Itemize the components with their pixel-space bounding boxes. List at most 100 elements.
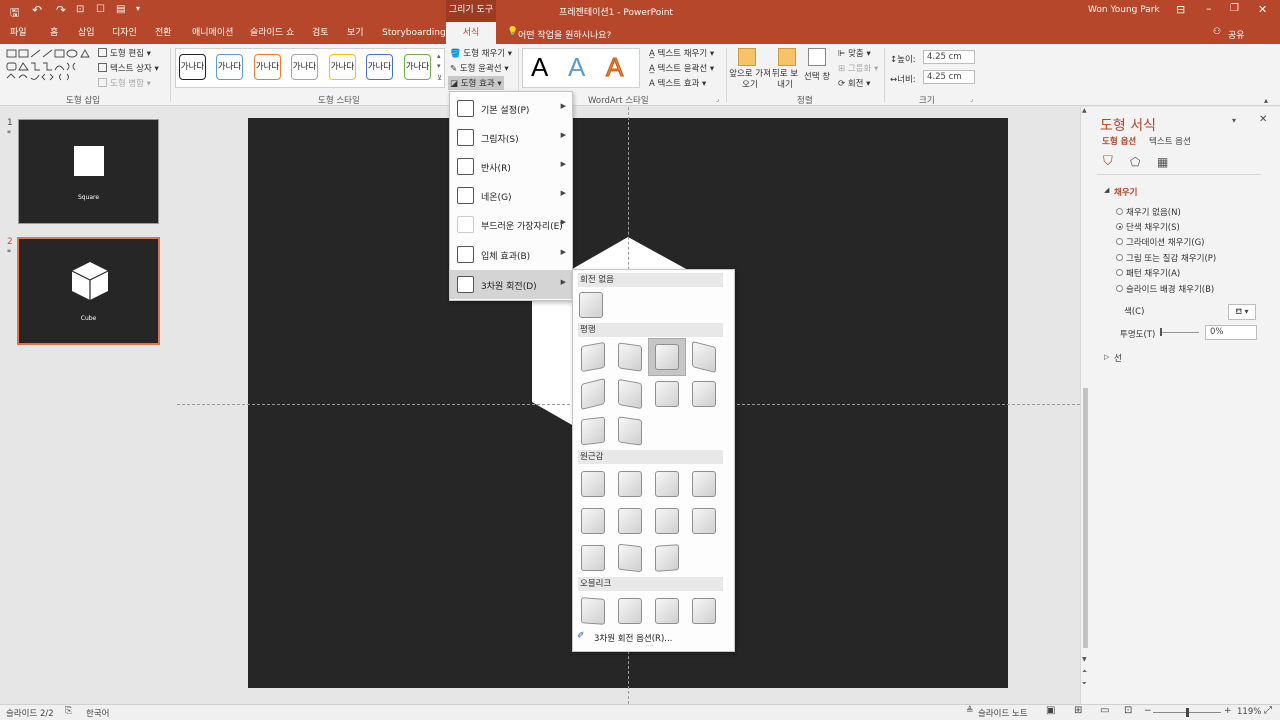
send-backward-button[interactable]: 뒤로 보내기 bbox=[770, 69, 800, 91]
tab-design[interactable]: 디자인 bbox=[112, 22, 137, 44]
transparency-input[interactable]: 0% bbox=[1205, 325, 1257, 340]
rotation-preset-10[interactable] bbox=[618, 416, 642, 446]
wordart-dialog-launcher-icon[interactable]: ⌟ bbox=[716, 95, 719, 103]
fill-option-solid[interactable]: 단색 채우기(S) bbox=[1126, 221, 1180, 233]
slide-thumbnail-2[interactable]: Cube bbox=[17, 237, 160, 345]
fill-radio-slide-bg[interactable] bbox=[1116, 285, 1123, 292]
wordart-style-3[interactable]: A bbox=[605, 52, 623, 83]
layout-icon[interactable]: ▤ bbox=[116, 4, 125, 15]
rotation-preset-4[interactable] bbox=[692, 341, 716, 373]
effects-icon[interactable]: ⬠ bbox=[1130, 155, 1140, 169]
shape-style-1[interactable]: 가나다 bbox=[179, 54, 206, 80]
previous-slide-icon[interactable]: ⏶ bbox=[1082, 668, 1087, 676]
rotation-preset-23[interactable] bbox=[618, 598, 642, 624]
rotation-preset-1[interactable] bbox=[581, 341, 605, 373]
rotation-preset-8[interactable] bbox=[692, 381, 716, 407]
shape-outline-button[interactable]: ✎ 도형 윤곽선 ▾ bbox=[450, 62, 509, 74]
tell-me-box[interactable]: 어떤 작업을 원하시나요? bbox=[518, 28, 611, 41]
fill-radio-solid[interactable] bbox=[1116, 223, 1123, 230]
slideshow-view-icon[interactable]: ⊡ bbox=[1124, 705, 1132, 716]
transparency-slider[interactable] bbox=[1161, 332, 1199, 333]
rotation-preset-7[interactable] bbox=[655, 381, 679, 407]
collapse-arrow-icon[interactable]: ◢ bbox=[1104, 186, 1109, 194]
zoom-in-icon[interactable]: + bbox=[1224, 706, 1232, 716]
shape-style-6[interactable]: 가나다 bbox=[366, 54, 393, 80]
size-dialog-launcher-icon[interactable]: ⌟ bbox=[970, 95, 973, 103]
shape-fill-button[interactable]: 🪣 도형 채우기 ▾ bbox=[450, 47, 512, 59]
tab-review[interactable]: 검토 bbox=[312, 22, 329, 44]
menu-item-shadow[interactable]: 그림자(S) ▶ bbox=[450, 123, 572, 152]
tab-format[interactable]: 서식 bbox=[446, 22, 496, 44]
fill-option-pattern[interactable]: 패턴 채우기(A) bbox=[1126, 267, 1180, 279]
close-icon[interactable]: ✕ bbox=[1258, 3, 1267, 16]
transparency-slider-thumb[interactable] bbox=[1160, 328, 1162, 336]
fill-radio-gradient[interactable] bbox=[1116, 238, 1123, 245]
tab-shape-options[interactable]: 도형 옵션 bbox=[1102, 135, 1136, 147]
wordart-style-1[interactable]: A bbox=[531, 52, 548, 83]
align-button[interactable]: ⊫ 맞춤 ▾ bbox=[838, 47, 871, 59]
rotation-preset-15[interactable] bbox=[581, 508, 605, 534]
ribbon-display-icon[interactable]: ⊟ bbox=[1176, 3, 1185, 16]
pane-close-icon[interactable]: ✕ bbox=[1259, 114, 1267, 125]
reading-view-icon[interactable]: ▭ bbox=[1100, 705, 1109, 716]
gallery-more-icon[interactable]: ⊻ bbox=[437, 74, 442, 82]
line-section-header[interactable]: 선 bbox=[1114, 352, 1122, 364]
shapes-gallery[interactable] bbox=[5, 48, 95, 88]
tab-insert[interactable]: 삽입 bbox=[78, 22, 95, 44]
normal-view-icon[interactable]: ▣ bbox=[1046, 705, 1055, 716]
merge-shapes-button[interactable]: 도형 병합 ▾ bbox=[98, 77, 151, 89]
menu-item-3d-rotation[interactable]: 3차원 회전(D) ▶ bbox=[450, 270, 572, 299]
rotation-preset-20[interactable] bbox=[618, 543, 642, 573]
shape-style-4[interactable]: 가나다 bbox=[291, 54, 318, 80]
rotation-preset-24[interactable] bbox=[655, 598, 679, 624]
bring-forward-button[interactable]: 앞으로 가져오기 bbox=[728, 69, 772, 91]
slide-indicator[interactable]: 슬라이드 2/2 bbox=[6, 707, 54, 719]
fill-radio-none[interactable] bbox=[1116, 208, 1123, 215]
redo-icon[interactable]: ↷ bbox=[56, 3, 66, 17]
rotation-preset-13[interactable] bbox=[655, 471, 679, 497]
shape-style-2[interactable]: 가나다 bbox=[216, 54, 243, 80]
fill-option-picture[interactable]: 그림 또는 질감 채우기(P) bbox=[1126, 252, 1216, 264]
tab-view[interactable]: 보기 bbox=[347, 22, 364, 44]
resize-grip-icon[interactable]: ···· bbox=[646, 643, 654, 650]
menu-item-bevel[interactable]: 입체 효과(B) ▶ bbox=[450, 240, 572, 269]
tab-storyboarding[interactable]: Storyboarding bbox=[382, 22, 446, 44]
fill-radio-pattern[interactable] bbox=[1116, 269, 1123, 276]
undo-icon[interactable]: ↶ bbox=[32, 3, 42, 17]
rotation-preset-21[interactable] bbox=[655, 544, 679, 572]
zoom-out-icon[interactable]: − bbox=[1144, 706, 1152, 716]
rotation-preset-16[interactable] bbox=[618, 508, 642, 534]
text-fill-button[interactable]: A̲ 텍스트 채우기 ▾ bbox=[649, 47, 714, 59]
menu-item-glow[interactable]: 네온(G) ▶ bbox=[450, 181, 572, 210]
start-presentation-icon[interactable]: ⊡ bbox=[76, 4, 84, 15]
shape-effects-button[interactable]: ◪ 도형 효과 ▾ bbox=[448, 76, 504, 90]
rotation-preset-25[interactable] bbox=[692, 598, 716, 624]
shape-style-3[interactable]: 가나다 bbox=[254, 54, 281, 80]
rotation-preset-12[interactable] bbox=[618, 471, 642, 497]
minimize-icon[interactable]: – bbox=[1206, 2, 1212, 15]
edit-shape-button[interactable]: 도형 편집 ▾ bbox=[98, 47, 151, 59]
fill-option-slide-bg[interactable]: 슬라이드 배경 채우기(B) bbox=[1126, 283, 1214, 295]
fill-section-header[interactable]: 채우기 bbox=[1114, 186, 1137, 198]
group-button[interactable]: ⊞ 그룹화 ▾ bbox=[838, 62, 878, 74]
rotation-preset-14[interactable] bbox=[692, 471, 716, 497]
rotation-preset-18[interactable] bbox=[692, 508, 716, 534]
rotation-preset-19[interactable] bbox=[581, 545, 605, 571]
collapse-ribbon-icon[interactable]: ▴ bbox=[1264, 96, 1268, 105]
tab-home[interactable]: 홈 bbox=[50, 22, 58, 44]
notes-button[interactable]: 슬라이드 노트 bbox=[978, 707, 1028, 719]
fill-option-gradient[interactable]: 그라데이션 채우기(G) bbox=[1126, 236, 1204, 248]
text-box-button[interactable]: 텍스트 상자 ▾ bbox=[98, 62, 159, 74]
user-name[interactable]: Won Young Park bbox=[1088, 5, 1160, 15]
selection-pane-button[interactable]: 선택 창 bbox=[802, 70, 832, 82]
size-properties-icon[interactable]: ▦ bbox=[1157, 155, 1168, 169]
rotation-preset-11[interactable] bbox=[581, 471, 605, 497]
slide-sorter-icon[interactable]: ⊞ bbox=[1074, 705, 1082, 716]
rotation-preset-3[interactable] bbox=[655, 344, 679, 370]
share-button[interactable]: 공유 bbox=[1228, 28, 1245, 41]
tab-file[interactable]: 파일 bbox=[10, 22, 27, 44]
fill-line-icon[interactable]: ⛉ bbox=[1103, 154, 1113, 169]
fill-option-none[interactable]: 채우기 없음(N) bbox=[1126, 206, 1181, 218]
fill-radio-picture[interactable] bbox=[1116, 254, 1123, 261]
next-slide-icon[interactable]: ⏷ bbox=[1082, 680, 1087, 688]
